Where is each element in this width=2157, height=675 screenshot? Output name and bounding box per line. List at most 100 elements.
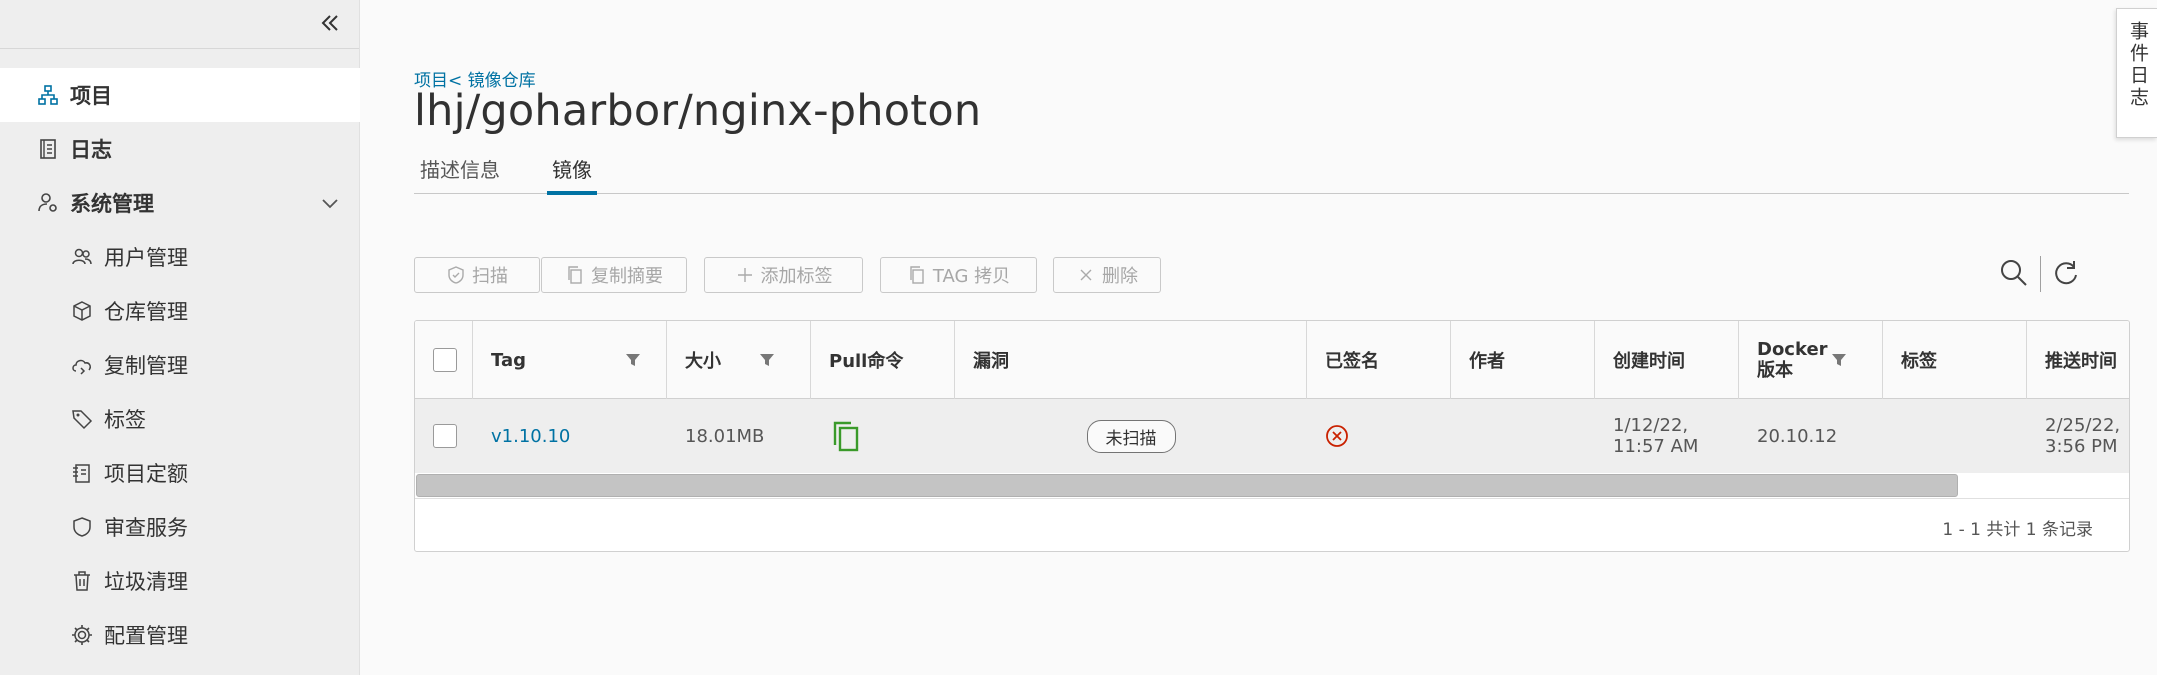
close-icon	[1080, 269, 1092, 281]
cell-vulnerability: 未扫描	[955, 399, 1307, 473]
cell-docker-version: 20.10.12	[1757, 425, 1838, 447]
created-date: 1/12/22,	[1613, 415, 1689, 436]
header-vulnerability[interactable]: 漏洞	[955, 321, 1307, 399]
header-select-cell	[415, 321, 473, 399]
scan-button-label: 扫描	[472, 266, 508, 287]
event-log-label: 事件日志	[2127, 21, 2149, 109]
sidebar-item-label: 仓库管理	[104, 300, 188, 324]
tab-info[interactable]: 描述信息	[420, 154, 500, 194]
cell-size: 18.01MB	[685, 425, 765, 447]
filter-icon[interactable]	[1831, 352, 1847, 368]
sidebar-item-label: 日志	[70, 138, 112, 162]
header-pushed[interactable]: 推送时间	[2027, 321, 2129, 399]
add-label-label: 添加标签	[760, 266, 833, 287]
tag-copy-button[interactable]: TAG 拷贝	[880, 257, 1037, 293]
double-chevron-left-icon[interactable]	[317, 10, 343, 36]
cell-author	[1451, 399, 1595, 473]
header-size[interactable]: 大小	[667, 321, 811, 399]
shield-check-icon	[448, 266, 464, 284]
select-all-checkbox[interactable]	[433, 348, 457, 372]
sidebar-item-label: 复制管理	[104, 354, 188, 378]
row-checkbox[interactable]	[433, 424, 457, 448]
header-labels: 标签	[1883, 321, 2027, 399]
header-docker-version[interactable]: Docker 版本	[1739, 321, 1883, 399]
sidebar-item-label: 项目定额	[104, 462, 188, 486]
filter-icon[interactable]	[759, 352, 775, 368]
header-vuln-label: 漏洞	[973, 351, 1009, 372]
chevron-down-icon[interactable]	[320, 193, 340, 213]
header-tag-label: Tag	[491, 349, 526, 371]
event-log-tab[interactable]: 事件日志	[2116, 8, 2157, 138]
sidebar-item-gc[interactable]: 垃圾清理	[0, 554, 360, 608]
cell-tag: v1.10.10	[473, 399, 667, 473]
created-time: 11:57 AM	[1613, 436, 1699, 457]
sidebar-item-projects[interactable]: 项目	[0, 68, 360, 122]
sidebar-item-users[interactable]: 用户管理	[0, 230, 360, 284]
users-icon	[72, 248, 92, 265]
sidebar-collapse-bar	[0, 0, 359, 49]
header-tag[interactable]: Tag	[473, 321, 667, 399]
sidebar-item-admin[interactable]: 系统管理	[0, 176, 360, 230]
header-size-label: 大小	[685, 351, 721, 372]
copy-icon[interactable]	[829, 419, 863, 453]
trash-icon	[74, 571, 90, 591]
admin-icon	[38, 193, 57, 212]
quota-icon	[73, 464, 90, 483]
filter-icon[interactable]	[625, 352, 641, 368]
pushed-date: 2/25/22,	[2045, 415, 2121, 436]
sidebar-item-quotas[interactable]: 项目定额	[0, 446, 360, 500]
table-footer: 1 - 1 共计 1 条记录	[415, 498, 2129, 551]
scrollbar-thumb[interactable]	[416, 474, 1958, 497]
header-labels-label: 标签	[1901, 351, 1937, 372]
header-docker-label-line1: Docker	[1757, 339, 1828, 360]
sidebar-item-label: 项目	[70, 84, 112, 108]
sidebar-item-logs[interactable]: 日志	[0, 122, 360, 176]
tag-link[interactable]: v1.10.10	[491, 426, 570, 447]
add-label-button[interactable]: 添加标签	[704, 257, 863, 293]
header-author-label: 作者	[1469, 351, 1505, 372]
tab-images[interactable]: 镜像	[547, 154, 597, 195]
scan-status-badge: 未扫描	[1086, 419, 1176, 453]
table-row[interactable]: v1.10.10 18.01MB 未扫描 1/12/22, 11:57 AM 2…	[415, 399, 2129, 473]
refresh-icon[interactable]	[2051, 258, 2081, 288]
delete-button[interactable]: 删除	[1053, 257, 1161, 293]
box-icon	[73, 301, 91, 321]
sidebar-item-config[interactable]: 配置管理	[0, 608, 360, 662]
sidebar-item-labels[interactable]: 标签	[0, 392, 360, 446]
tab-bar: 描述信息 镜像	[414, 150, 2129, 195]
sidebar-item-label: 垃圾清理	[104, 570, 188, 594]
copy-digest-button[interactable]: 复制摘要	[541, 257, 687, 293]
header-author: 作者	[1451, 321, 1595, 399]
cell-labels	[1883, 399, 2027, 473]
header-created-label: 创建时间	[1613, 351, 1685, 372]
search-icon[interactable]	[1999, 258, 2029, 288]
sidebar-item-label: 标签	[104, 408, 146, 432]
header-created[interactable]: 创建时间	[1595, 321, 1739, 399]
log-icon	[40, 139, 56, 159]
cell-created: 1/12/22, 11:57 AM	[1595, 399, 1739, 473]
sidebar-item-label: 用户管理	[104, 246, 188, 270]
delete-label: 删除	[1102, 266, 1138, 287]
cell-pull-command	[811, 399, 955, 473]
horizontal-scrollbar[interactable]	[415, 473, 2129, 498]
plus-icon	[737, 268, 752, 282]
cell-signed	[1307, 399, 1451, 473]
sidebar: 项目 日志 系统管理 用户管理 仓库管理 复制管理 标签 项目定额 审查服务 垃…	[0, 0, 360, 675]
pagination-summary: 1 - 1 共计 1 条记录	[1942, 520, 2093, 540]
sidebar-item-registries[interactable]: 仓库管理	[0, 284, 360, 338]
table-header: Tag 大小 Pull命令 漏洞 已签名 作者 创建时间 Docker 版本 标…	[415, 321, 2129, 399]
sidebar-item-label: 配置管理	[104, 624, 188, 648]
images-table: Tag 大小 Pull命令 漏洞 已签名 作者 创建时间 Docker 版本 标…	[414, 320, 2130, 552]
header-signed: 已签名	[1307, 321, 1451, 399]
main-content: 项目< 镜像仓库 lhj/goharbor/nginx-photon 描述信息 …	[414, 0, 2130, 675]
project-icon	[38, 85, 58, 105]
divider	[2040, 256, 2041, 292]
header-signed-label: 已签名	[1325, 351, 1379, 372]
sidebar-item-interrogation[interactable]: 审查服务	[0, 500, 360, 554]
scan-button[interactable]: 扫描	[414, 257, 540, 293]
header-pull-command: Pull命令	[811, 321, 955, 399]
header-docker-label-line2: 版本	[1757, 360, 1793, 381]
shield-icon	[73, 517, 91, 537]
gear-icon	[72, 625, 92, 645]
sidebar-item-replications[interactable]: 复制管理	[0, 338, 360, 392]
